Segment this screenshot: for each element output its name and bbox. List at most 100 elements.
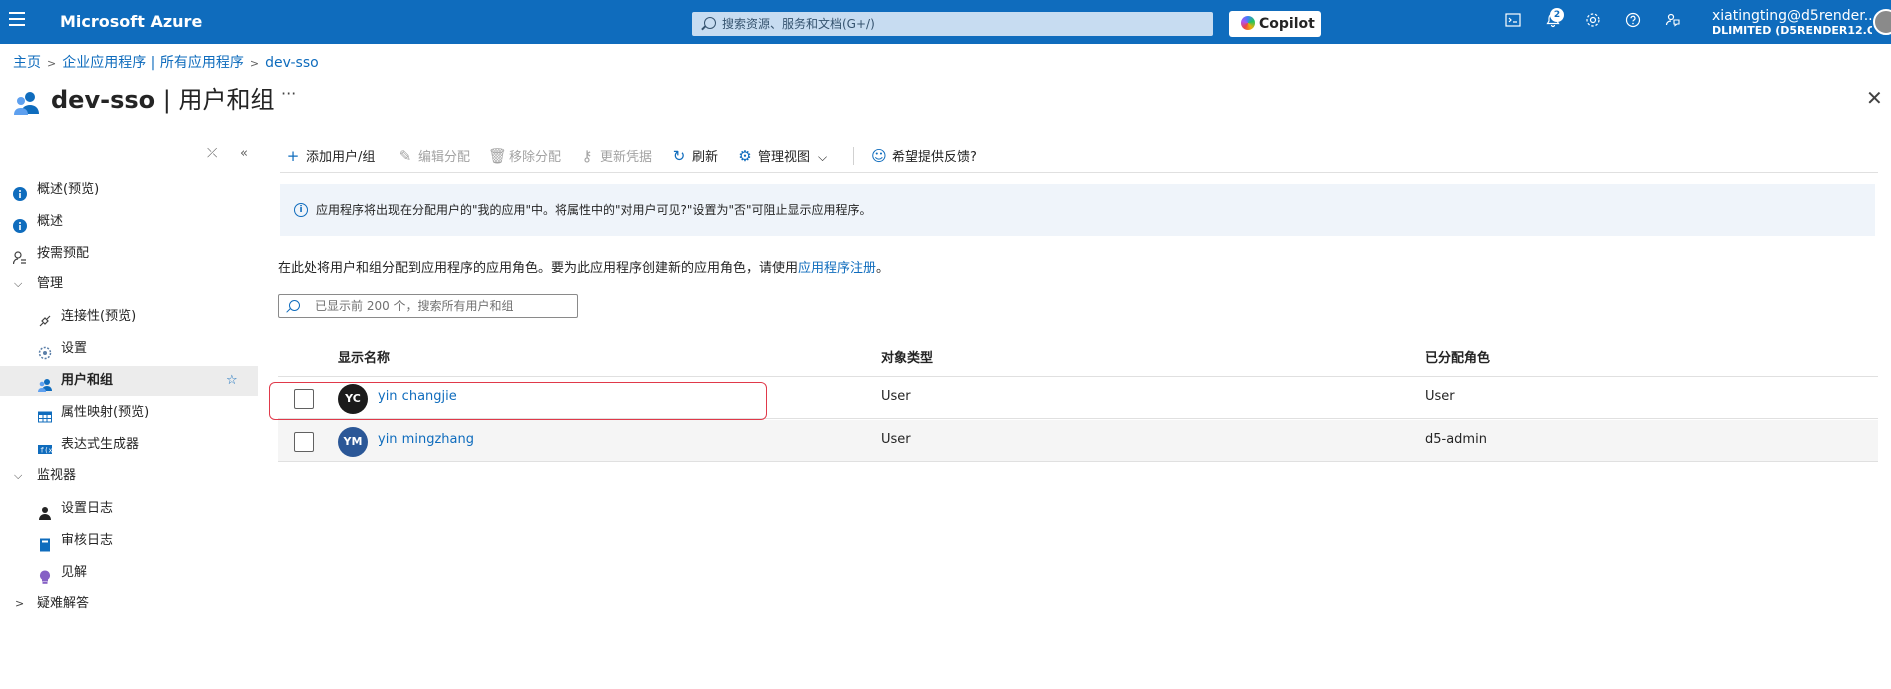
- sidebar-item-attribute-mapping[interactable]: 属性映射(预览): [0, 398, 258, 428]
- refresh-button[interactable]: ↻ 刷新: [671, 144, 718, 168]
- edit-assignment-label: 编辑分配: [418, 150, 471, 165]
- breadcrumb-home[interactable]: 主页: [13, 55, 41, 71]
- sidebar-item-overview[interactable]: 概述: [0, 207, 258, 237]
- sidebar-item-label: 审核日志: [61, 533, 114, 548]
- sidebar-item-label: 连接性(预览): [61, 309, 137, 324]
- column-header-object-type[interactable]: 对象类型: [881, 347, 933, 366]
- sidebar-item-label: 概述: [37, 214, 64, 229]
- breadcrumb-dev-sso[interactable]: dev-sso: [265, 55, 319, 71]
- settings-gear-icon[interactable]: [1583, 12, 1603, 32]
- sidebar-item-label: 设置日志: [61, 501, 114, 516]
- global-search-input[interactable]: 搜索资源、服务和文档(G+/): [692, 12, 1213, 36]
- sidebar-item-label: 管理: [37, 276, 64, 291]
- object-type-cell: User: [881, 389, 911, 404]
- sidebar-item-connectivity[interactable]: 连接性(预览): [0, 302, 258, 332]
- sidebar-item-audit-logs[interactable]: 审核日志: [0, 526, 258, 556]
- page-title-app: dev-sso: [51, 86, 156, 114]
- person-log-icon: [38, 502, 52, 520]
- column-header-display-name[interactable]: 显示名称: [338, 347, 390, 366]
- sidebar-item-provision-on-demand[interactable]: 按需预配: [0, 239, 258, 269]
- sidebar-item-label: 见解: [61, 565, 88, 580]
- page-title-section: | 用户和组: [155, 86, 275, 114]
- add-user-group-button[interactable]: + 添加用户/组: [285, 144, 376, 168]
- favorite-star-icon[interactable]: ☆: [226, 366, 238, 396]
- sidebar-group-manage[interactable]: ⌵ 管理: [0, 269, 258, 299]
- book-icon: [38, 534, 52, 552]
- remove-assignment-button[interactable]: 🗑 移除分配: [488, 144, 561, 168]
- copilot-label: Copilot: [1259, 16, 1315, 32]
- feedback-button[interactable]: ☺ 希望提供反馈?: [871, 144, 977, 168]
- copilot-icon: [1241, 16, 1255, 30]
- sidebar-item-overview-preview[interactable]: 概述(预览): [0, 175, 258, 205]
- key-icon: ⚷: [581, 147, 593, 165]
- sidebar-item-label: 用户和组: [61, 373, 114, 388]
- breadcrumb-enterprise-apps[interactable]: 企业应用程序 | 所有应用程序: [62, 55, 244, 71]
- close-icon[interactable]: ✕: [1866, 86, 1883, 110]
- svg-text:f(x): f(x): [40, 447, 52, 455]
- user-group-search-placeholder: 已显示前 200 个，搜索所有用户和组: [315, 299, 514, 313]
- sidebar-item-label: 监视器: [37, 468, 77, 483]
- row-checkbox[interactable]: [294, 432, 314, 452]
- info-icon: [13, 183, 27, 201]
- edit-assignment-button[interactable]: ✎ 编辑分配: [397, 144, 470, 168]
- menu-icon[interactable]: [9, 12, 25, 26]
- expression-icon: f(x): [38, 438, 57, 455]
- pencil-icon: ✎: [398, 147, 412, 165]
- toolbar-divider-line: [280, 172, 1878, 173]
- connectivity-icon: [38, 310, 52, 327]
- info-banner: i 应用程序将出现在分配用户的"我的应用"中。将属性中的"对用户可见?"设置为"…: [280, 184, 1875, 236]
- top-bar: Microsoft Azure 搜索资源、服务和文档(G+/) Copilot …: [0, 0, 1891, 44]
- chevron-right-icon: >: [15, 597, 25, 610]
- gear-icon: ⚙: [738, 147, 752, 165]
- avatar: YM: [338, 427, 368, 457]
- sidebar-item-expression-builder[interactable]: f(x) 表达式生成器: [0, 430, 258, 460]
- sidebar-group-troubleshooting[interactable]: > 疑难解答: [0, 589, 258, 619]
- toolbar-divider: [853, 147, 854, 165]
- sidebar-item-label: 表达式生成器: [61, 437, 140, 452]
- column-header-assigned-role[interactable]: 已分配角色: [1425, 347, 1490, 366]
- refresh-label: 刷新: [692, 150, 719, 165]
- global-search-placeholder: 搜索资源、服务和文档(G+/): [722, 17, 875, 31]
- update-credentials-button[interactable]: ⚷ 更新凭据: [579, 144, 653, 168]
- more-options-button[interactable]: ···: [281, 84, 296, 103]
- info-circle-icon: i: [294, 203, 308, 217]
- manage-view-button[interactable]: ⚙ 管理视图 ⌵: [737, 144, 827, 168]
- table-row[interactable]: YM yin mingzhang User d5-admin: [278, 420, 1878, 462]
- manage-view-label: 管理视图: [758, 150, 811, 165]
- assigned-role-cell: d5-admin: [1425, 432, 1487, 447]
- trash-icon: 🗑: [488, 147, 508, 165]
- sidebar-item-insights[interactable]: 见解: [0, 558, 258, 588]
- app-registration-link[interactable]: 应用程序注册: [798, 261, 876, 276]
- sidebar-item-settings[interactable]: 设置: [0, 334, 258, 364]
- copilot-button[interactable]: Copilot: [1229, 11, 1321, 37]
- account-avatar[interactable]: [1873, 9, 1891, 35]
- brand-name[interactable]: Microsoft Azure: [60, 12, 202, 31]
- notification-badge: 2: [1550, 8, 1564, 22]
- sidebar-item-label: 按需预配: [37, 246, 90, 261]
- cloud-shell-icon[interactable]: [1503, 12, 1523, 32]
- page-title: dev-sso | 用户和组: [51, 80, 274, 115]
- search-icon: [289, 300, 300, 311]
- update-credentials-label: 更新凭据: [600, 150, 653, 165]
- feedback-icon[interactable]: [1663, 12, 1683, 32]
- assignment-description: 在此处将用户和组分配到应用程序的应用角色。要为此应用程序创建新的应用角色，请使用…: [278, 257, 889, 276]
- sidebar-group-monitor[interactable]: ⌵ 监视器: [0, 461, 258, 491]
- help-icon[interactable]: [1623, 12, 1643, 32]
- remove-assignment-label: 移除分配: [509, 150, 562, 165]
- collapse-sidebar-icon[interactable]: «: [240, 146, 248, 161]
- sidebar-item-users-and-groups[interactable]: 用户和组 ☆: [0, 366, 258, 396]
- account-info[interactable]: xiatingting@d5render... DLIMITED (D5REND…: [1712, 8, 1872, 37]
- table-icon: [38, 406, 52, 423]
- object-type-cell: User: [881, 432, 911, 447]
- sidebar-item-label: 属性映射(预览): [61, 405, 150, 420]
- user-name-link[interactable]: yin mingzhang: [378, 432, 474, 447]
- feedback-person-icon: ☺: [871, 147, 887, 165]
- description-end: 。: [876, 261, 890, 276]
- sidebar-item-provisioning-logs[interactable]: 设置日志: [0, 494, 258, 524]
- user-group-search-input[interactable]: 已显示前 200 个，搜索所有用户和组: [278, 294, 578, 318]
- plus-icon: +: [286, 147, 300, 165]
- collapse-all-icon[interactable]: ⤫: [207, 146, 217, 161]
- users-groups-icon: [13, 90, 41, 116]
- bulb-icon: [38, 566, 52, 584]
- add-user-group-label: 添加用户/组: [306, 150, 376, 165]
